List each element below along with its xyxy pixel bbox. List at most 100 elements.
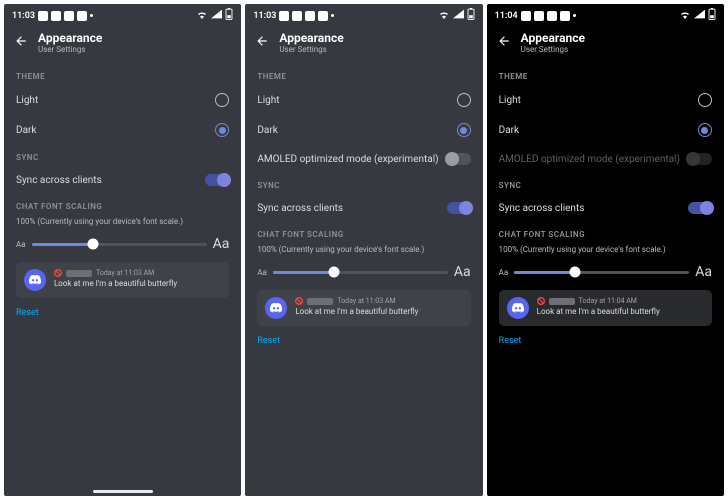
message-text: Look at me I'm a beautiful butterfly bbox=[54, 279, 177, 288]
theme-dark-row[interactable]: Dark bbox=[245, 115, 482, 145]
tiktok-icon bbox=[305, 11, 315, 21]
chat-preview: Today at 11:03 AM Look at me I'm a beaut… bbox=[16, 262, 229, 298]
message-timestamp: Today at 11:03 AM bbox=[96, 269, 154, 277]
reset-link[interactable]: Reset bbox=[487, 332, 724, 350]
aa-large-icon: Aa bbox=[454, 264, 471, 280]
avatar bbox=[24, 269, 46, 291]
phone-pane-1: 11:03 Appearance User Settings THEME Lig… bbox=[245, 4, 482, 496]
sync-row[interactable]: Sync across clients bbox=[487, 194, 724, 222]
theme-light-row[interactable]: Light bbox=[245, 85, 482, 115]
back-arrow-icon[interactable] bbox=[497, 34, 511, 51]
section-theme: THEME bbox=[487, 64, 724, 85]
tiktok-icon bbox=[64, 11, 74, 21]
sync-toggle[interactable] bbox=[688, 202, 712, 214]
radio-light[interactable] bbox=[698, 93, 712, 107]
aa-small-icon: Aa bbox=[499, 268, 509, 277]
avatar bbox=[265, 297, 287, 319]
font-slider[interactable] bbox=[273, 271, 448, 274]
amoled-toggle[interactable] bbox=[447, 153, 471, 165]
theme-light-row[interactable]: Light bbox=[487, 85, 724, 115]
sync-row[interactable]: Sync across clients bbox=[245, 194, 482, 222]
aa-large-icon: Aa bbox=[213, 236, 230, 252]
scaling-desc: 100% (Currently using your device's font… bbox=[245, 243, 482, 260]
amoled-row[interactable]: AMOLED optimized mode (experimental) bbox=[245, 145, 482, 173]
aa-small-icon: Aa bbox=[16, 240, 26, 249]
header: Appearance User Settings bbox=[245, 25, 482, 64]
dot-icon bbox=[573, 14, 576, 17]
radio-light[interactable] bbox=[457, 93, 471, 107]
slider-fill bbox=[273, 271, 334, 274]
youtube-icon bbox=[560, 11, 570, 21]
theme-light-row[interactable]: Light bbox=[4, 85, 241, 115]
back-arrow-icon[interactable] bbox=[14, 34, 28, 51]
sync-label: Sync across clients bbox=[499, 203, 585, 214]
theme-light-label: Light bbox=[499, 95, 521, 106]
theme-light-label: Light bbox=[257, 95, 279, 106]
message-timestamp: Today at 11:04 AM bbox=[579, 297, 637, 305]
no-sign-icon bbox=[537, 297, 545, 305]
reset-link[interactable]: Reset bbox=[245, 332, 482, 350]
scaling-desc: 100% (Currently using your device's font… bbox=[4, 215, 241, 232]
status-bar: 11:03 bbox=[4, 4, 241, 25]
message-text: Look at me I'm a beautiful butterfly bbox=[537, 307, 660, 316]
radio-dark[interactable] bbox=[215, 123, 229, 137]
font-slider[interactable] bbox=[514, 271, 689, 274]
amoled-label: AMOLED optimized mode (experimental) bbox=[499, 154, 680, 165]
sync-toggle[interactable] bbox=[447, 202, 471, 214]
sync-toggle[interactable] bbox=[205, 174, 229, 186]
home-indicator[interactable] bbox=[93, 490, 153, 493]
aa-large-icon: Aa bbox=[695, 264, 712, 280]
message: Today at 11:04 AM Look at me I'm a beaut… bbox=[537, 297, 660, 319]
font-slider-row: Aa Aa bbox=[245, 260, 482, 290]
radio-light[interactable] bbox=[215, 93, 229, 107]
status-bar: 11:04 bbox=[487, 4, 724, 25]
no-sign-icon bbox=[295, 297, 303, 305]
font-slider[interactable] bbox=[32, 243, 207, 246]
phone-pane-0: 11:03 Appearance User Settings THEME Lig… bbox=[4, 4, 241, 496]
page-subtitle: User Settings bbox=[38, 45, 102, 54]
phone-pane-2: 11:04 Appearance User Settings THEME Lig… bbox=[487, 4, 724, 496]
theme-dark-row[interactable]: Dark bbox=[4, 115, 241, 145]
header-text: Appearance User Settings bbox=[279, 31, 343, 54]
status-right bbox=[438, 8, 475, 23]
slider-thumb[interactable] bbox=[329, 267, 340, 278]
page-title: Appearance bbox=[38, 31, 102, 45]
tiktok-icon bbox=[38, 11, 48, 21]
section-sync: SYNC bbox=[487, 173, 724, 194]
status-left: 11:04 bbox=[495, 11, 576, 21]
status-time: 11:03 bbox=[253, 11, 276, 21]
username-redacted bbox=[307, 298, 333, 305]
snapchat-icon bbox=[51, 11, 61, 21]
status-right bbox=[196, 8, 233, 23]
battery-icon bbox=[467, 8, 475, 23]
section-sync: SYNC bbox=[4, 145, 241, 166]
status-left: 11:03 bbox=[12, 11, 93, 21]
reset-link[interactable]: Reset bbox=[4, 304, 241, 322]
chat-preview: Today at 11:04 AM Look at me I'm a beaut… bbox=[499, 290, 712, 326]
header: Appearance User Settings bbox=[4, 25, 241, 64]
back-arrow-icon[interactable] bbox=[255, 34, 269, 51]
scaling-desc: 100% (Currently using your device's font… bbox=[487, 243, 724, 260]
theme-dark-row[interactable]: Dark bbox=[487, 115, 724, 145]
status-bar: 11:03 bbox=[245, 4, 482, 25]
slider-thumb[interactable] bbox=[87, 239, 98, 250]
dot-icon bbox=[90, 14, 93, 17]
radio-dark[interactable] bbox=[698, 123, 712, 137]
slider-fill bbox=[32, 243, 93, 246]
chat-preview: Today at 11:03 AM Look at me I'm a beaut… bbox=[257, 290, 470, 326]
radio-dark[interactable] bbox=[457, 123, 471, 137]
font-slider-row: Aa Aa bbox=[487, 260, 724, 290]
page-subtitle: User Settings bbox=[279, 45, 343, 54]
tiktok-icon bbox=[521, 11, 531, 21]
wifi-icon bbox=[196, 9, 208, 22]
avatar bbox=[507, 297, 529, 319]
theme-dark-label: Dark bbox=[499, 125, 519, 136]
slider-thumb[interactable] bbox=[570, 267, 581, 278]
sync-label: Sync across clients bbox=[16, 175, 102, 186]
sync-row[interactable]: Sync across clients bbox=[4, 166, 241, 194]
wifi-icon bbox=[679, 9, 691, 22]
section-sync: SYNC bbox=[245, 173, 482, 194]
signal-icon bbox=[694, 9, 705, 22]
message: Today at 11:03 AM Look at me I'm a beaut… bbox=[54, 269, 177, 291]
tiktok-icon bbox=[279, 11, 289, 21]
